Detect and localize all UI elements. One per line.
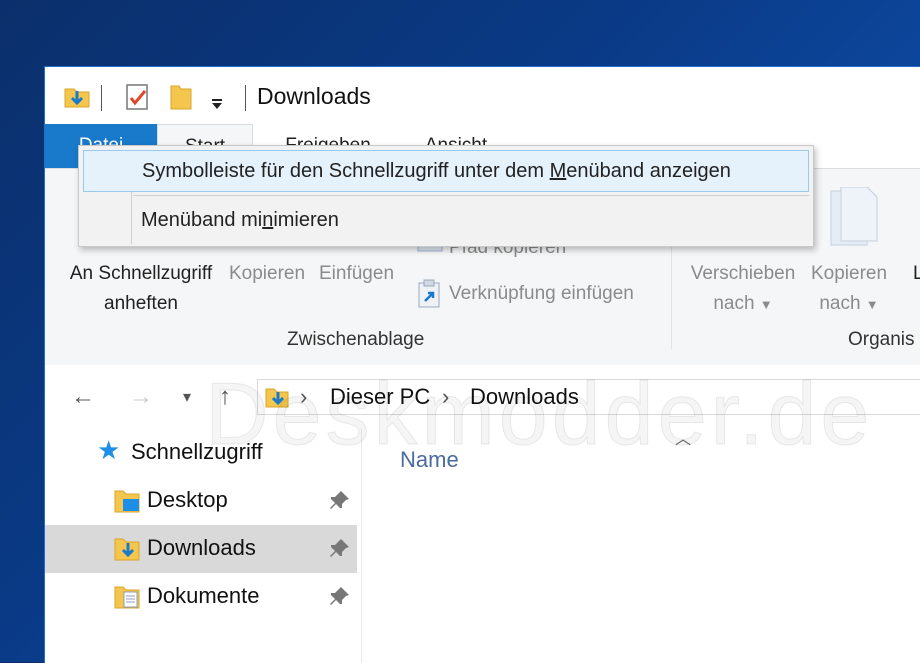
- documents-folder-icon: [114, 586, 140, 609]
- qat-separator: [101, 85, 102, 111]
- delete-button-partial[interactable]: L: [913, 259, 920, 289]
- title-separator: [245, 85, 246, 111]
- menu-item-show-qat-below-ribbon[interactable]: Symbolleiste für den Schnellzugriff unte…: [83, 150, 809, 192]
- nav-downloads-label: Downloads: [147, 535, 256, 560]
- menu-item-minimize-ribbon[interactable]: Menüband minimieren: [83, 200, 809, 242]
- properties-check-icon[interactable]: [125, 83, 151, 111]
- pin-label-line2: anheften: [104, 293, 178, 314]
- nav-item-desktop[interactable]: Desktop: [45, 477, 357, 525]
- title-bar: Downloads: [45, 67, 920, 125]
- forward-arrow-icon[interactable]: →: [129, 383, 153, 411]
- copy-button[interactable]: Kopieren: [229, 259, 305, 289]
- back-arrow-icon[interactable]: ←: [71, 383, 95, 411]
- copy-to-line2: nach ▼: [819, 293, 879, 314]
- menu-item-label: Menüband minimieren: [141, 209, 339, 231]
- copy-to-dropdown-icon: ▼: [865, 297, 879, 312]
- pin-icon[interactable]: [329, 537, 351, 559]
- move-to-button[interactable]: Verschieben nach ▼: [687, 259, 799, 320]
- star-icon: ★: [97, 435, 121, 465]
- copy-to-line1: Kopieren: [810, 263, 888, 284]
- nav-documents-label: Dokumente: [147, 583, 260, 608]
- pin-quick-access-button[interactable]: An Schnellzugriff anheften: [59, 259, 223, 319]
- folder-download-icon[interactable]: [63, 83, 91, 111]
- qat-dropdown-icon[interactable]: [211, 91, 223, 119]
- menu-separator: [133, 195, 809, 196]
- pin-icon[interactable]: [329, 585, 351, 607]
- downloads-folder-icon: [114, 538, 140, 561]
- ribbon-context-menu: Symbolleiste für den Schnellzugriff unte…: [78, 145, 814, 247]
- move-to-line1: Verschieben: [690, 263, 796, 284]
- new-folder-icon[interactable]: [169, 83, 193, 111]
- clipboard-group-label: Zwischenablage: [287, 329, 425, 350]
- paste-shortcut-icon: [418, 279, 440, 308]
- copy-to-button[interactable]: Kopieren nach ▼: [805, 259, 893, 320]
- nav-desktop-label: Desktop: [147, 487, 228, 512]
- paste-shortcut-button[interactable]: Verknüpfung einfügen: [449, 279, 634, 309]
- menu-item-label: Symbolleiste für den Schnellzugriff unte…: [142, 160, 731, 182]
- paste-button[interactable]: Einfügen: [319, 259, 394, 289]
- window-title: Downloads: [257, 83, 371, 109]
- watermark: Deskmodder.de: [204, 364, 874, 464]
- copy-to-icon: [830, 187, 878, 246]
- pin-icon[interactable]: [329, 489, 351, 511]
- nav-item-documents[interactable]: Dokumente: [45, 573, 357, 621]
- recent-locations-chevron-icon[interactable]: ▾: [183, 387, 191, 407]
- move-to-line2: nach ▼: [713, 293, 773, 314]
- nav-item-downloads[interactable]: Downloads: [45, 525, 357, 573]
- organize-group-label: Organis: [848, 329, 915, 350]
- move-to-dropdown-icon: ▼: [759, 297, 773, 312]
- desktop-folder-icon: [114, 490, 140, 513]
- pin-label-line1: An Schnellzugriff: [69, 263, 213, 284]
